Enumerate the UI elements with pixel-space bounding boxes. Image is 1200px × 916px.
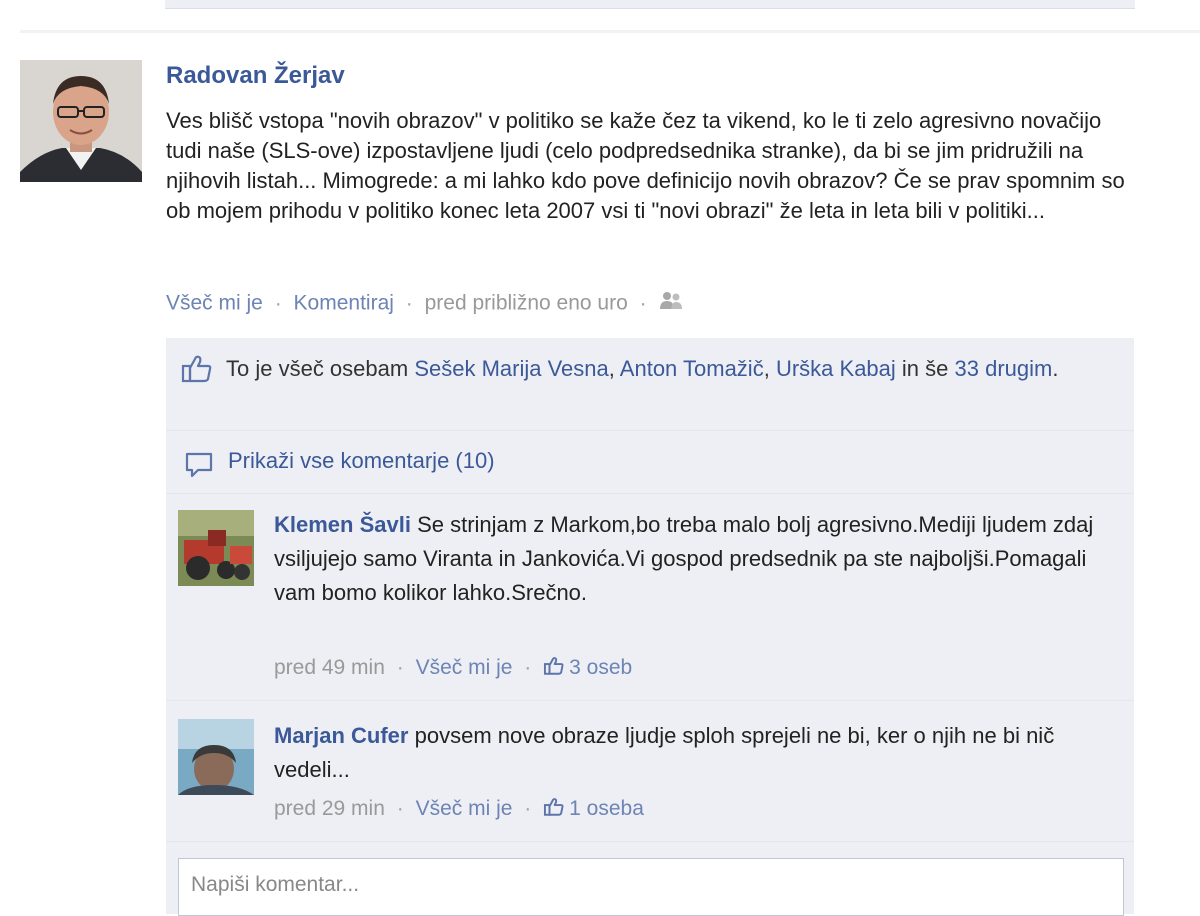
comment-item: Klemen Šavli Se strinjam z Markom,bo tre… [166,494,1134,701]
thumbs-up-icon [543,797,565,823]
liker-link[interactable]: Sešek Marija Vesna [414,356,608,381]
likes-prefix: To je všeč osebam [226,356,409,381]
comment-composer[interactable] [178,858,1124,916]
likes-text: To je všeč osebam Sešek Marija Vesna, An… [226,352,1126,386]
view-all-comments-link[interactable]: Prikaži vse komentarje (10) [228,448,495,474]
post-comment-link[interactable]: Komentiraj [294,292,394,315]
separator: · [396,797,404,820]
tractor-photo [178,510,254,586]
liker-link[interactable]: Anton Tomažič [620,356,764,381]
likes-suffix: . [1052,356,1059,381]
friends-audience-icon[interactable] [658,290,684,318]
liker-link[interactable]: Urška Kabaj [776,356,896,381]
comment-author-link[interactable]: Klemen Šavli [274,512,411,537]
likes-comma: , [608,356,615,381]
post-timestamp[interactable]: pred približno eno uro [425,292,628,315]
separator: · [524,656,532,679]
comment-body: Marjan Cufer povsem nove obraze ljudje s… [274,719,1119,787]
commenter-avatar[interactable] [178,719,254,795]
comment-input[interactable] [179,859,1119,911]
post-actions: Všeč mi je · Komentiraj · pred približno… [166,290,684,318]
comment-meta: pred 29 min · Všeč mi je · 1 oseba [274,797,644,823]
comment-like-count[interactable]: 1 oseba [543,797,644,820]
thumbs-up-icon [543,656,565,682]
likes-summary: To je všeč osebam Sešek Marija Vesna, An… [166,338,1134,431]
likes-and-more: in še [901,356,949,381]
comment-like-count-text: 3 oseb [569,656,633,679]
separator: · [405,291,413,315]
likes-comma: , [763,356,770,381]
separator: · [274,291,282,315]
likes-others-link[interactable]: 33 drugim [955,356,1053,381]
person-photo [178,719,254,795]
post-author-avatar[interactable] [20,60,142,182]
comment-time[interactable]: pred 49 min [274,656,385,679]
separator: · [396,656,404,679]
comment-like-link[interactable]: Všeč mi je [416,656,513,679]
view-all-comments-row[interactable]: Prikaži vse komentarje (10) [166,431,1134,494]
separator: · [639,291,647,315]
comment-author-link[interactable]: Marjan Cufer [274,723,408,748]
separator: · [524,797,532,820]
comment-meta: pred 49 min · Všeč mi je · 3 oseb [274,656,632,682]
comment-like-link[interactable]: Všeč mi je [416,797,513,820]
speech-bubble-icon [184,451,214,484]
previous-story-feedback-edge [165,0,1135,9]
post-text: Ves blišč vstopa "novih obrazov" v polit… [166,108,1125,223]
comment-like-count[interactable]: 3 oseb [543,656,632,679]
story-divider [20,30,1200,33]
comment-item: Marjan Cufer povsem nove obraze ljudje s… [166,701,1134,842]
post-author-name[interactable]: Radovan Žerjav [166,62,345,90]
commenter-avatar[interactable] [178,510,254,586]
comment-like-count-text: 1 oseba [569,797,644,820]
comment-time[interactable]: pred 29 min [274,797,385,820]
thumbs-up-icon [180,354,214,389]
avatar-photo [20,60,142,182]
post-like-link[interactable]: Všeč mi je [166,292,263,315]
comment-body: Klemen Šavli Se strinjam z Markom,bo tre… [274,508,1119,610]
feedback-box: To je všeč osebam Sešek Marija Vesna, An… [166,338,1134,916]
